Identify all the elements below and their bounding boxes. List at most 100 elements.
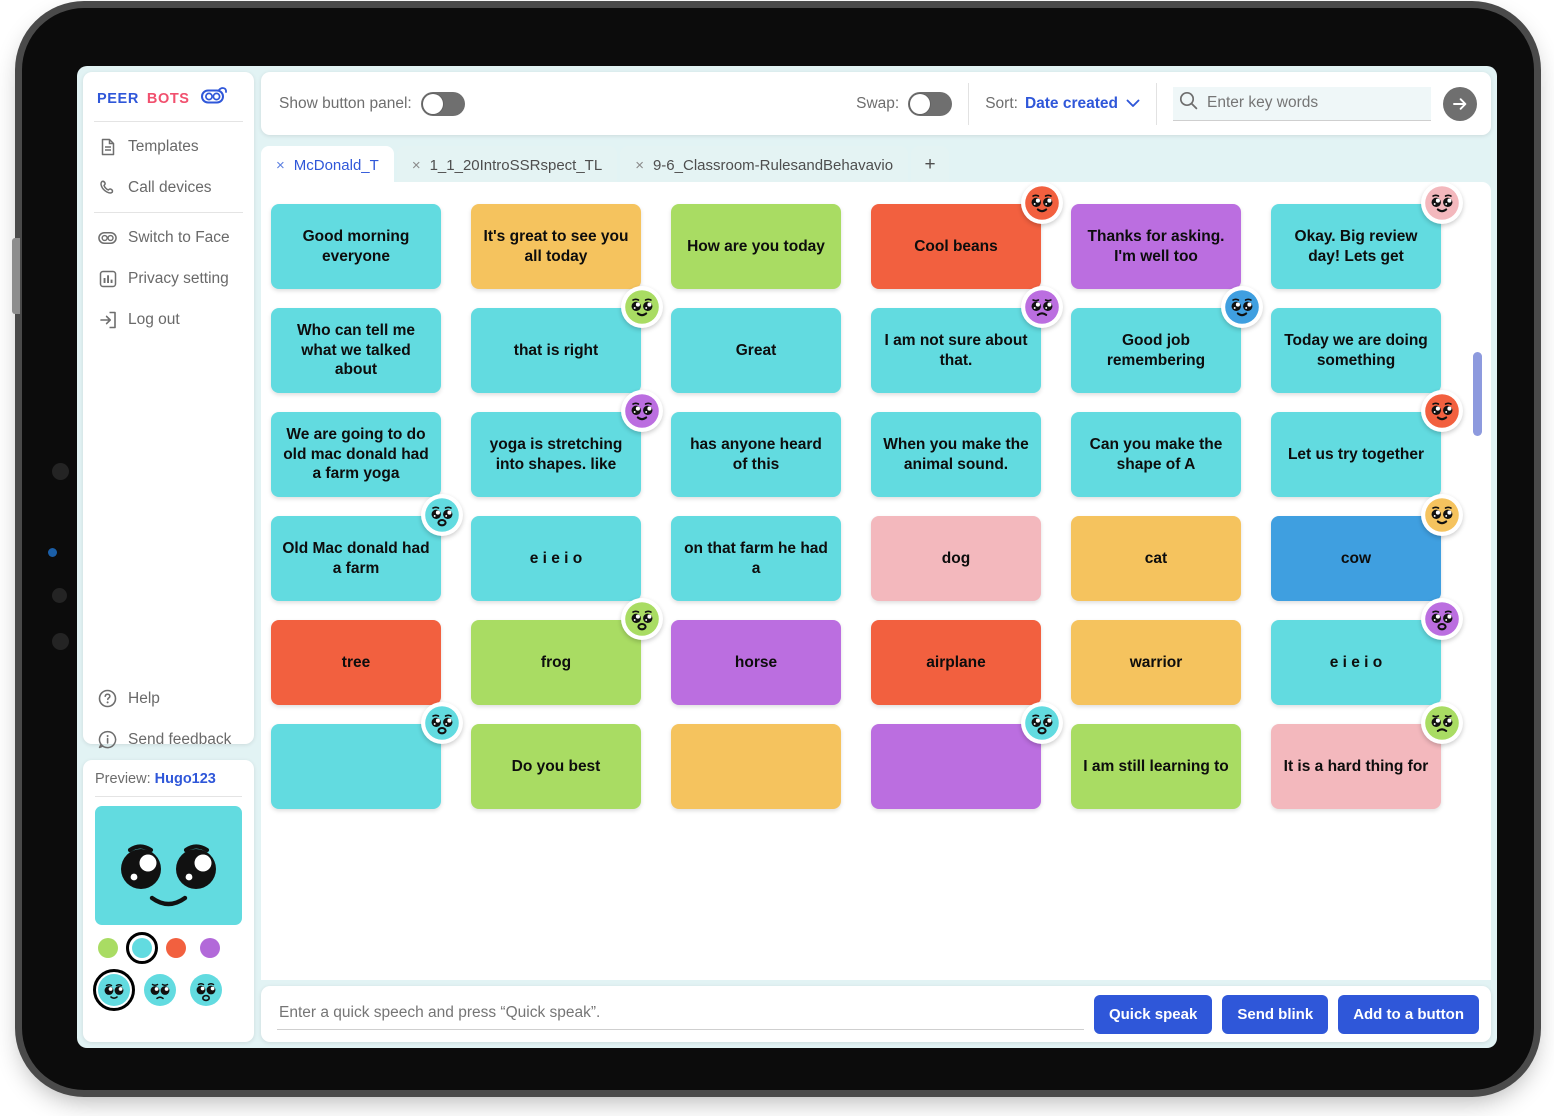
board-cell: airplane: [871, 620, 1055, 705]
color-swatch-purple[interactable]: [200, 938, 220, 958]
quick-speech-input[interactable]: [277, 998, 1084, 1030]
sidebar-item-help[interactable]: Help: [83, 678, 254, 719]
sidebar-item-send-feedback[interactable]: Send feedback: [83, 719, 254, 760]
speech-button-tile[interactable]: airplane: [871, 620, 1041, 705]
add-tab-button[interactable]: +: [911, 146, 950, 184]
swap-toggle[interactable]: [908, 91, 953, 116]
show-button-panel-label: Show button panel:: [279, 94, 412, 112]
speech-button-tile[interactable]: Can you make the shape of A: [1071, 412, 1241, 497]
tile-face-badge-surprised-icon[interactable]: [1021, 702, 1063, 744]
color-swatch-green[interactable]: [98, 938, 118, 958]
sidebar-item-privacy-setting[interactable]: Privacy setting: [83, 258, 254, 299]
device-side-dot: [52, 633, 69, 650]
speech-button-tile[interactable]: Okay. Big review day! Lets get: [1271, 204, 1441, 289]
speech-button-tile[interactable]: yoga is stretching into shapes. like: [471, 412, 641, 497]
speech-button-tile[interactable]: Today we are doing something: [1271, 308, 1441, 393]
board-cell: yoga is stretching into shapes. like: [471, 390, 663, 497]
speech-button-tile[interactable]: Good job remembering: [1071, 308, 1241, 393]
show-button-panel-toggle[interactable]: [420, 91, 465, 116]
speech-button-tile[interactable]: e i e i o: [471, 516, 641, 601]
sidebar-item-switch-to-face[interactable]: Switch to Face: [83, 217, 254, 258]
button-board: Good morning everyone It's great to see y…: [261, 182, 1491, 980]
add-to-button-button[interactable]: Add to a button: [1338, 994, 1479, 1034]
speech-button-tile[interactable]: It's great to see you all today: [471, 204, 641, 289]
quick-speak-button[interactable]: Quick speak: [1093, 994, 1213, 1034]
speech-button-tile[interactable]: Do you best: [471, 724, 641, 809]
board-cell: I am not sure about that.: [871, 286, 1063, 393]
speech-button-tile[interactable]: Who can tell me what we talked about: [271, 308, 441, 393]
speech-button-tile[interactable]: tree: [271, 620, 441, 705]
board-cell: dog: [871, 516, 1055, 601]
send-blink-button[interactable]: Send blink: [1222, 994, 1329, 1034]
speech-button-tile[interactable]: It is a hard thing for: [1271, 724, 1441, 809]
speech-button-tile[interactable]: warrior: [1071, 620, 1241, 705]
board-scrollbar[interactable]: [1473, 352, 1482, 436]
tab-item[interactable]: × 9-6_Classroom-RulesandBehavavio: [620, 146, 909, 184]
search-input[interactable]: [1207, 93, 1415, 112]
tile-face-badge-surprised-icon[interactable]: [421, 702, 463, 744]
chevron-down-icon[interactable]: [1126, 95, 1140, 113]
tile-face-badge-happy-icon[interactable]: [1421, 182, 1463, 224]
expression-happy[interactable]: [93, 969, 135, 1011]
sidebar-item-call-devices[interactable]: Call devices: [83, 167, 254, 208]
sidebar-item-log-out[interactable]: Log out: [83, 299, 254, 340]
search-submit-button[interactable]: [1443, 86, 1477, 121]
speech-button-tile[interactable]: cow: [1271, 516, 1441, 601]
speech-button-tile[interactable]: I am not sure about that.: [871, 308, 1041, 393]
speech-button-tile[interactable]: Thanks for asking. I'm well too: [1071, 204, 1241, 289]
expression-surprised[interactable]: [190, 974, 222, 1006]
board-cell: Good job remembering: [1071, 286, 1263, 393]
tab-close-icon[interactable]: ×: [276, 157, 285, 174]
tab-label: McDonald_T: [293, 156, 379, 174]
speech-button-tile[interactable]: I am still learning to: [1071, 724, 1241, 809]
tab-item[interactable]: × 1_1_20IntroSSRspect_TL: [396, 146, 618, 184]
tile-face-badge-sad-icon[interactable]: [1021, 286, 1063, 328]
quick-speech-bar: Quick speak Send blink Add to a button: [261, 986, 1491, 1042]
color-swatch-cyan[interactable]: [126, 932, 158, 964]
tile-face-badge-happy-icon[interactable]: [621, 286, 663, 328]
speech-button-tile[interactable]: [271, 724, 441, 809]
speech-button-tile[interactable]: [871, 724, 1041, 809]
speech-button-tile[interactable]: cat: [1071, 516, 1241, 601]
speech-button-tile[interactable]: Let us try together: [1271, 412, 1441, 497]
speech-button-tile[interactable]: We are going to do old mac donald had a …: [271, 412, 441, 497]
logout-icon: [98, 310, 117, 329]
tile-face-badge-happy-icon[interactable]: [1221, 286, 1263, 328]
tile-face-badge-happy-icon[interactable]: [1421, 494, 1463, 536]
speech-button-tile[interactable]: dog: [871, 516, 1041, 601]
speech-button-tile[interactable]: e i e i o: [1271, 620, 1441, 705]
board-cell: I am still learning to: [1071, 724, 1255, 809]
speech-button-tile[interactable]: that is right: [471, 308, 641, 393]
speech-button-tile[interactable]: Good morning everyone: [271, 204, 441, 289]
board-cell: tree: [271, 620, 455, 705]
tab-item[interactable]: × McDonald_T: [261, 146, 394, 184]
expression-sad[interactable]: [144, 974, 176, 1006]
preview-avatar-face[interactable]: [95, 806, 242, 925]
speech-button-tile[interactable]: on that farm he had a: [671, 516, 841, 601]
board-cell: e i e i o: [471, 516, 655, 601]
speech-button-tile[interactable]: [671, 724, 841, 809]
sort-dropdown-value[interactable]: Date created: [1025, 95, 1118, 113]
tab-close-icon[interactable]: ×: [412, 157, 421, 174]
speech-button-tile[interactable]: has anyone heard of this: [671, 412, 841, 497]
speech-button-tile[interactable]: Cool beans: [871, 204, 1041, 289]
speech-button-tile[interactable]: horse: [671, 620, 841, 705]
speech-button-tile[interactable]: frog: [471, 620, 641, 705]
tile-face-badge-surprised-icon[interactable]: [621, 598, 663, 640]
color-swatch-orange-red[interactable]: [166, 938, 186, 958]
tile-face-badge-happy-icon[interactable]: [1021, 182, 1063, 224]
tile-face-badge-surprised-icon[interactable]: [421, 494, 463, 536]
sidebar-item-templates[interactable]: Templates: [83, 126, 254, 167]
tablet-device-frame: PEER BOTS Templates Call devices Switch …: [12, 8, 1534, 1090]
tile-face-badge-surprised-icon[interactable]: [1421, 598, 1463, 640]
tile-face-badge-happy-icon[interactable]: [621, 390, 663, 432]
speech-button-tile[interactable]: Great: [671, 308, 841, 393]
tab-close-icon[interactable]: ×: [635, 157, 644, 174]
speech-button-tile[interactable]: Old Mac donald had a farm: [271, 516, 441, 601]
speech-button-tile[interactable]: How are you today: [671, 204, 841, 289]
speech-button-tile[interactable]: When you make the animal sound.: [871, 412, 1041, 497]
expression-selector-row: [93, 969, 242, 1011]
tile-face-badge-happy-icon[interactable]: [1421, 390, 1463, 432]
tile-face-badge-sad-icon[interactable]: [1421, 702, 1463, 744]
board-cell: has anyone heard of this: [671, 412, 855, 497]
